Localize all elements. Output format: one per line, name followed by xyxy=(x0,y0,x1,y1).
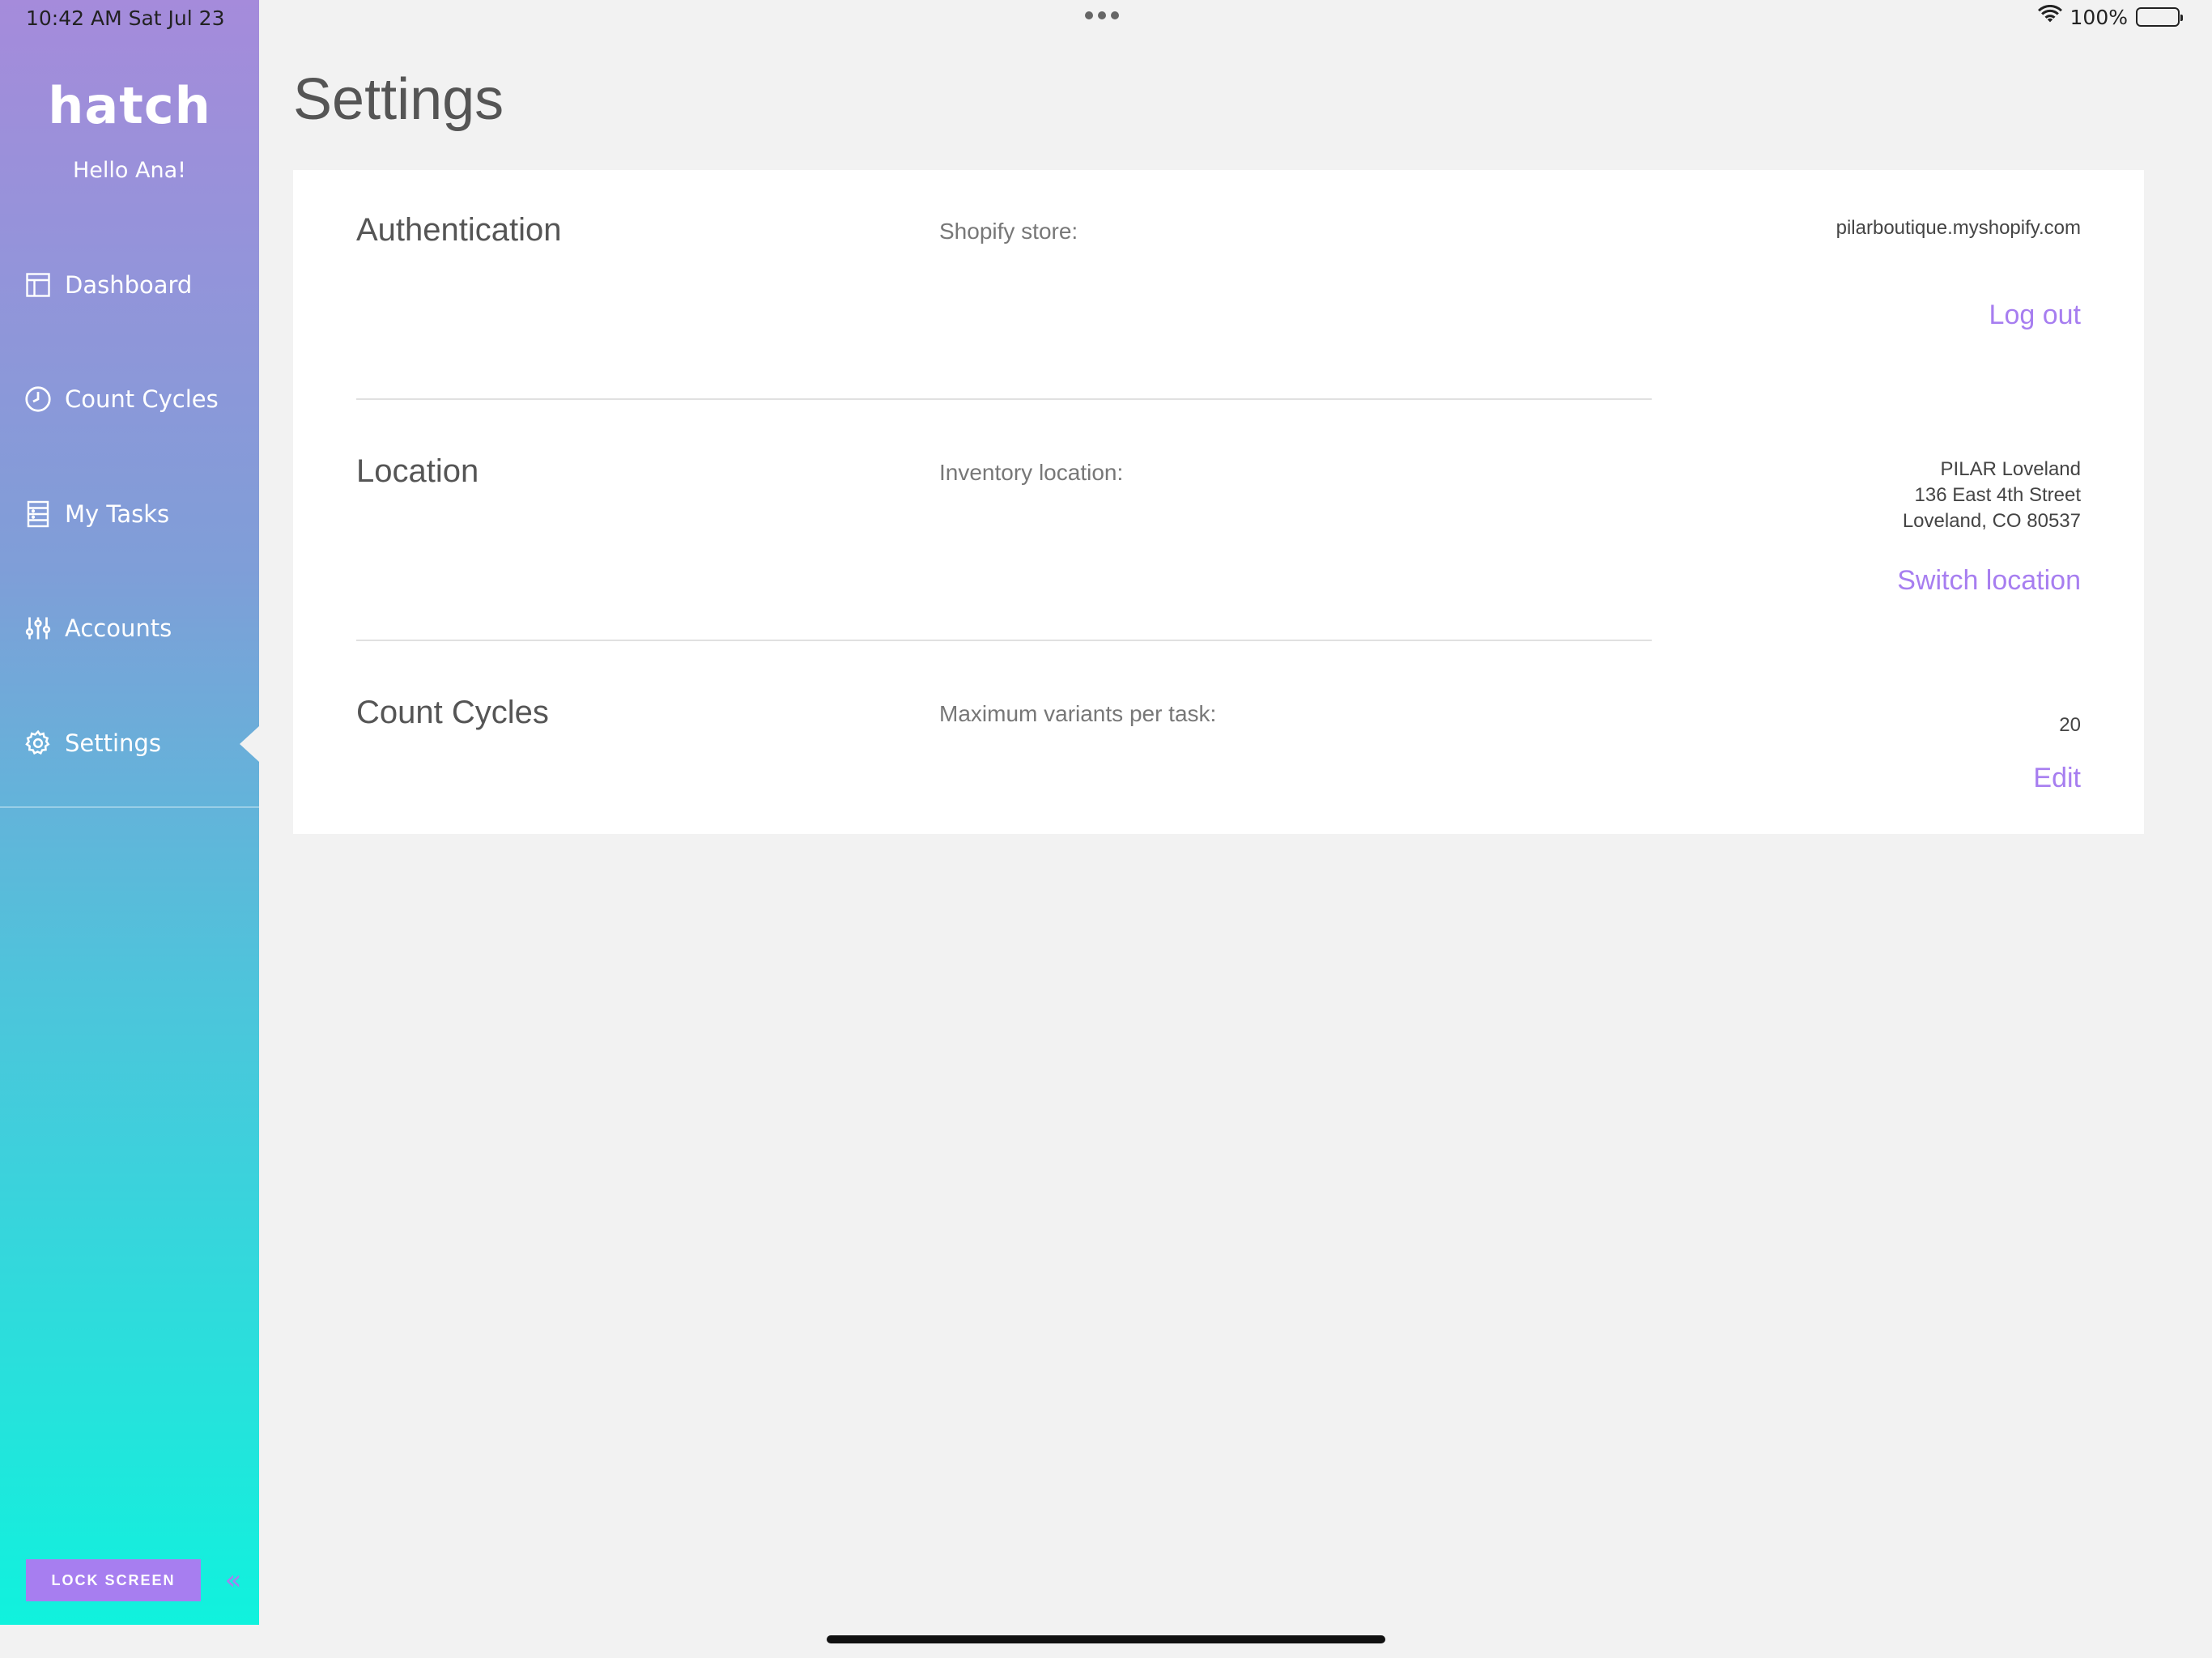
sidebar-item-settings[interactable]: Settings xyxy=(23,719,249,767)
location-street: 136 East 4th Street xyxy=(1914,484,2081,506)
shopify-store-value: pilarboutique.myshopify.com xyxy=(1836,217,2081,239)
active-indicator xyxy=(240,726,259,762)
multitasking-dots-icon[interactable] xyxy=(1085,11,1119,19)
location-city: Loveland, CO 80537 xyxy=(1902,510,2081,532)
section-label: Maximum variants per task: xyxy=(939,701,1217,726)
sidebar-item-label: Dashboard xyxy=(65,271,193,299)
section-title: Authentication xyxy=(356,212,562,248)
clock-icon xyxy=(23,384,53,414)
wifi-icon xyxy=(2037,4,2062,29)
section-count-cycles: Count Cycles Maximum variants per task: … xyxy=(356,695,2081,824)
collapse-sidebar-icon[interactable]: « xyxy=(217,1561,249,1600)
section-title: Location xyxy=(356,453,479,489)
inventory-location-value: PILAR Loveland 136 East 4th Street Lovel… xyxy=(1903,457,2081,534)
battery-icon xyxy=(2136,7,2183,27)
status-time: 10:42 AM Sat Jul 23 xyxy=(26,6,225,30)
section-label: Shopify store: xyxy=(939,219,1078,244)
settings-card: Authentication Shopify store: pilarbouti… xyxy=(293,170,2144,834)
lock-screen-button[interactable]: LOCK SCREEN xyxy=(26,1559,201,1601)
tasks-icon xyxy=(23,499,53,529)
sidebar-item-label: Count Cycles xyxy=(65,385,219,413)
dashboard-icon xyxy=(23,270,53,300)
gear-icon xyxy=(23,728,53,759)
home-indicator[interactable] xyxy=(827,1635,1385,1643)
status-right: 100% xyxy=(2037,4,2183,29)
section-location: Location Inventory location: PILAR Lovel… xyxy=(356,453,2081,648)
section-divider xyxy=(356,640,1652,641)
section-label: Inventory location: xyxy=(939,460,1124,485)
sidebar-item-label: Accounts xyxy=(65,614,172,642)
sidebar-item-label: My Tasks xyxy=(65,500,170,528)
sidebar-item-label: Settings xyxy=(65,729,161,757)
greeting: Hello Ana! xyxy=(73,158,186,183)
log-out-button[interactable]: Log out xyxy=(1989,300,2081,331)
sidebar-item-dashboard[interactable]: Dashboard xyxy=(23,261,249,309)
app-logo: hatch xyxy=(48,76,211,135)
sidebar: 10:42 AM Sat Jul 23 hatch Hello Ana! Das… xyxy=(0,0,259,1625)
switch-location-button[interactable]: Switch location xyxy=(1897,565,2081,597)
battery-percentage: 100% xyxy=(2069,5,2128,29)
section-title: Count Cycles xyxy=(356,695,549,730)
sidebar-item-my-tasks[interactable]: My Tasks xyxy=(23,490,249,538)
sidebar-item-count-cycles[interactable]: Count Cycles xyxy=(23,375,249,423)
location-name: PILAR Loveland xyxy=(1940,458,2081,480)
edit-button[interactable]: Edit xyxy=(2033,763,2081,794)
sidebar-item-accounts[interactable]: Accounts xyxy=(23,604,249,653)
page-title: Settings xyxy=(293,67,504,132)
sidebar-divider xyxy=(0,806,259,808)
section-authentication: Authentication Shopify store: pilarbouti… xyxy=(356,212,2081,390)
max-variants-value: 20 xyxy=(2059,714,2081,736)
sliders-icon xyxy=(23,613,53,644)
section-divider xyxy=(356,398,1652,400)
